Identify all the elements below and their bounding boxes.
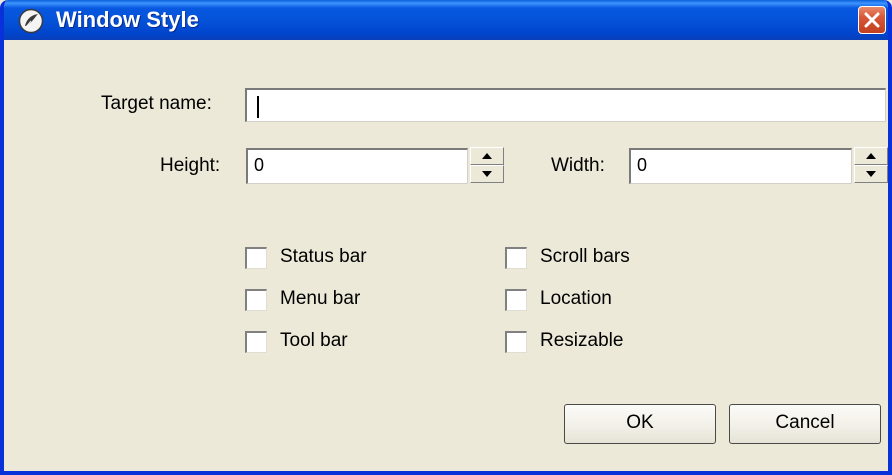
scroll-bars-checkbox[interactable] <box>505 247 527 269</box>
status-bar-label: Status bar <box>280 246 367 267</box>
height-decrement-button[interactable] <box>470 165 504 183</box>
cancel-button[interactable]: Cancel <box>729 404 881 444</box>
tool-bar-checkbox[interactable] <box>245 331 267 353</box>
height-spinner <box>470 147 504 183</box>
resizable-checkbox[interactable] <box>505 331 527 353</box>
location-checkbox[interactable] <box>505 289 527 311</box>
height-label: Height: <box>160 155 221 176</box>
menu-bar-checkbox[interactable] <box>245 289 267 311</box>
close-button[interactable] <box>858 6 886 34</box>
status-bar-checkbox[interactable] <box>245 247 267 269</box>
window-style-dialog: Window Style Target name: Height: 0 Widt… <box>0 0 892 475</box>
height-value: 0 <box>254 155 265 175</box>
tool-bar-label: Tool bar <box>280 330 348 351</box>
resizable-label: Resizable <box>540 330 624 351</box>
height-input[interactable]: 0 <box>246 148 468 184</box>
width-label: Width: <box>551 155 605 176</box>
scroll-bars-label: Scroll bars <box>540 246 630 267</box>
target-name-label: Target name: <box>101 93 212 114</box>
text-caret <box>257 96 259 118</box>
width-value: 0 <box>637 155 648 175</box>
height-increment-button[interactable] <box>470 147 504 165</box>
title-bar[interactable]: Window Style <box>4 0 888 40</box>
width-increment-button[interactable] <box>854 147 888 165</box>
width-spinner <box>854 147 888 183</box>
ok-button[interactable]: OK <box>564 404 716 444</box>
window-title: Window Style <box>56 7 199 32</box>
width-input[interactable]: 0 <box>629 148 852 184</box>
target-name-input[interactable] <box>245 88 886 122</box>
menu-bar-label: Menu bar <box>280 288 361 309</box>
width-decrement-button[interactable] <box>854 165 888 183</box>
app-leaf-icon <box>18 8 44 34</box>
location-label: Location <box>540 288 612 309</box>
